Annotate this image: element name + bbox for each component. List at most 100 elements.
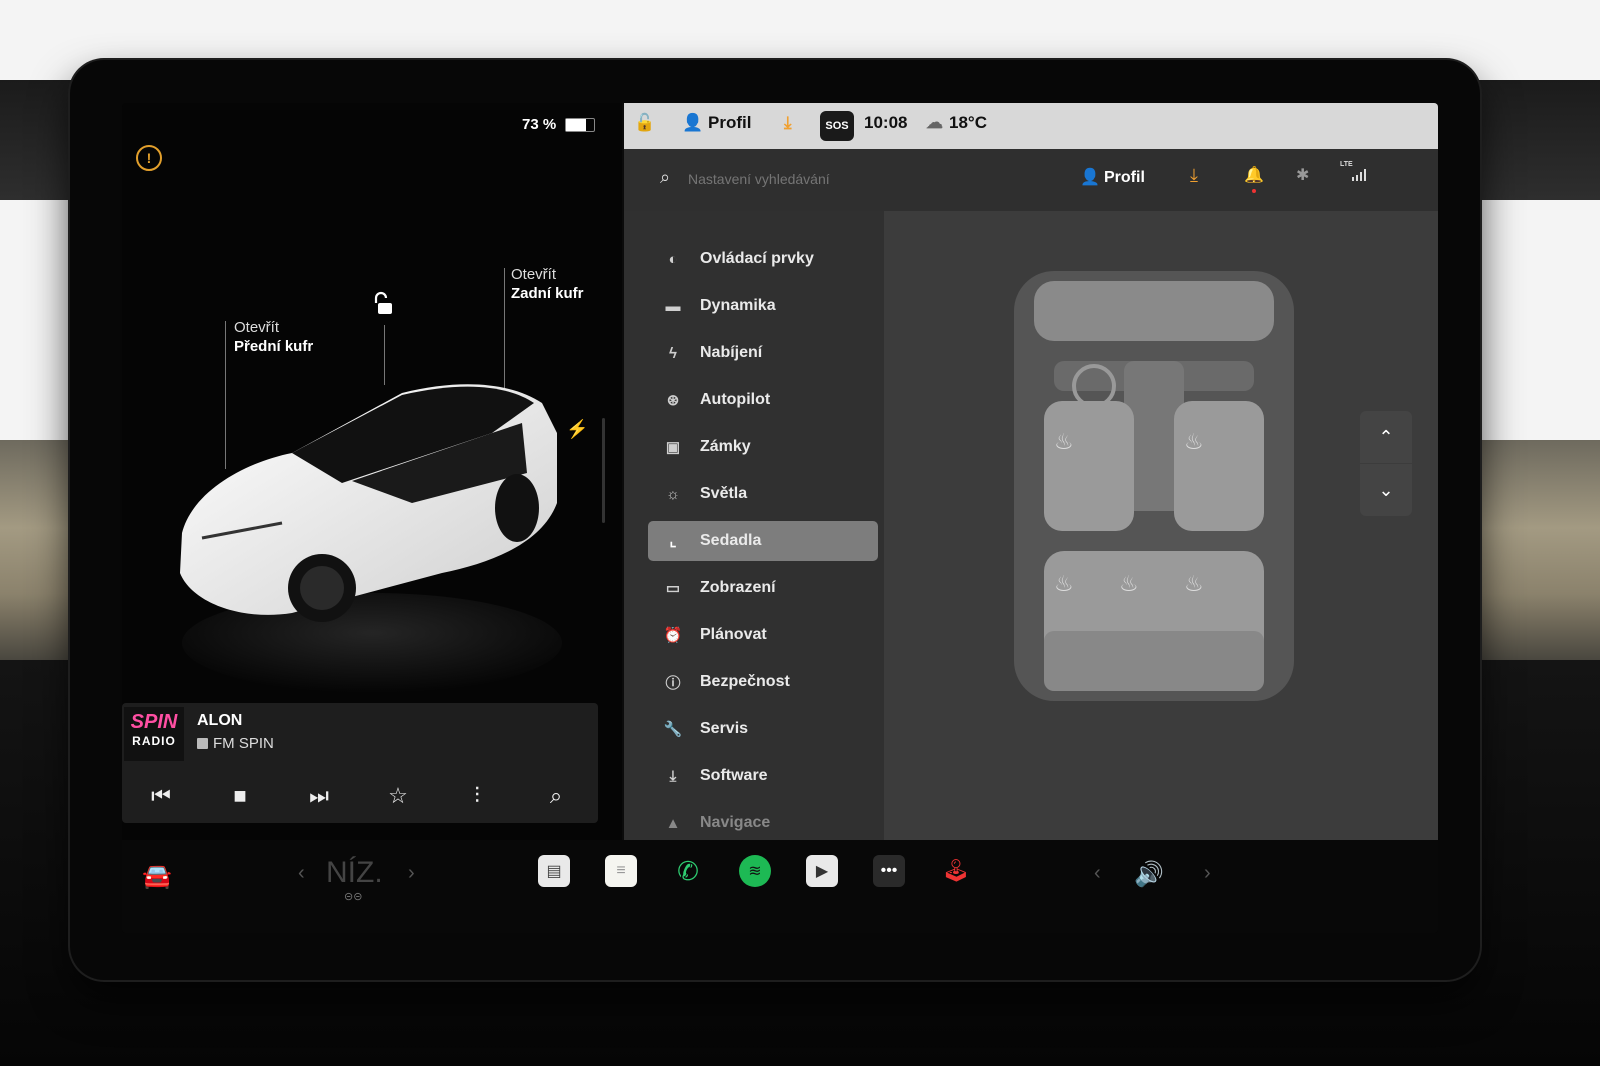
front-trunk-label: Přední kufr: [234, 338, 314, 355]
download-icon[interactable]: ⤓: [784, 113, 792, 133]
profile-icon: 👤: [1080, 169, 1100, 186]
download-icon: ⤓: [669, 767, 677, 785]
climate-increase-icon[interactable]: ›: [408, 862, 415, 885]
display-icon: ▭: [665, 580, 681, 597]
menu-item-dynamika[interactable]: ▬ Dynamika: [648, 286, 878, 326]
menu-item-bezpecnost[interactable]: ⓘ Bezpečnost: [648, 662, 878, 702]
lte-label: LTE: [1340, 161, 1353, 168]
alarm-icon: ⏰: [663, 627, 683, 644]
menu-item-svetla[interactable]: ☼ Světla: [648, 474, 878, 514]
menu-item-sedadla[interactable]: ⌞ Sedadla: [648, 521, 878, 561]
battery-percent: 73 %: [522, 116, 557, 133]
steering-wheel-icon: ⊛: [666, 392, 680, 409]
menu-item-servis[interactable]: 🔧 Servis: [648, 709, 878, 749]
signal-icon: [1352, 169, 1366, 181]
volume-increase-icon[interactable]: ›: [1204, 862, 1211, 885]
notification-dot: [1252, 189, 1256, 193]
search-profile[interactable]: Profil: [1104, 169, 1145, 187]
menu-label: Bezpečnost: [700, 673, 790, 690]
climate-level[interactable]: NÍZ.: [326, 856, 383, 890]
equalizer-icon[interactable]: ⫶: [462, 783, 492, 809]
notification-bell-icon[interactable]: 🔔: [1244, 165, 1264, 185]
scroll-down-button[interactable]: ⌄: [1360, 464, 1412, 516]
navigation-icon: ▲: [665, 814, 681, 832]
lock-status-icon[interactable]: 🔓: [634, 113, 655, 133]
rear-trunk-button[interactable]: Otevřít Zadní kufr: [511, 265, 584, 303]
menu-label: Ovládací prvky: [700, 250, 814, 267]
cloud-icon: ☁: [926, 113, 943, 132]
menu-item-nabijeni[interactable]: ϟ Nabíjení: [648, 333, 878, 373]
settings-panel: 🔓 👤 Profil ⤓ SOS 10:08 ☁ 18°C ⌕ 👤 Profil…: [624, 103, 1438, 840]
calendar-app-icon[interactable]: ▤: [538, 855, 570, 887]
search-icon: ⌕: [660, 167, 671, 187]
previous-track-icon[interactable]: ⏮: [146, 783, 176, 809]
station-logo-line1: SPIN: [130, 711, 178, 733]
sos-button[interactable]: SOS: [820, 111, 854, 141]
toybox-app-icon[interactable]: 🕹: [940, 855, 972, 887]
seat-heater-rear-left-button[interactable]: ♨: [1054, 571, 1074, 597]
volume-icon[interactable]: 🔊: [1134, 860, 1164, 889]
seat-heater-rear-right-button[interactable]: ♨: [1184, 571, 1204, 597]
favorite-star-icon[interactable]: ☆: [383, 783, 413, 809]
rear-trunk-action: Otevřít: [511, 266, 557, 283]
menu-item-zamky[interactable]: ▣ Zámky: [648, 427, 878, 467]
menu-item-planovat[interactable]: ⏰ Plánovat: [648, 615, 878, 655]
scroll-up-button[interactable]: ⌃: [1360, 411, 1412, 463]
menu-item-ovladaci-prvky[interactable]: ◐ Ovládací prvky: [648, 239, 878, 279]
track-title: ALON: [197, 712, 243, 729]
touchscreen: ! 73 % Otevřít Přední kufr Otevřít Zadní…: [122, 103, 1438, 933]
search-input[interactable]: [686, 165, 990, 193]
volume-decrease-icon[interactable]: ‹: [1094, 862, 1101, 885]
front-trunk-button[interactable]: Otevřít Přední kufr: [234, 318, 313, 356]
menu-label: Servis: [700, 720, 749, 737]
rear-trunk-line: [504, 268, 505, 388]
toggle-icon: ◐: [668, 250, 678, 268]
temperature: 18°C: [949, 113, 987, 132]
rear-trunk-label: Zadní kufr: [511, 285, 584, 302]
scroll-indicator: [602, 418, 605, 523]
menu-label: Plánovat: [700, 626, 767, 643]
menu-item-navigace[interactable]: ▲ Navigace: [648, 803, 878, 843]
phone-app-icon[interactable]: ✆: [672, 855, 704, 887]
info-icon: ⓘ: [665, 674, 681, 692]
more-apps-icon[interactable]: •••: [873, 855, 905, 887]
car-panel: ! 73 % Otevřít Přední kufr Otevřít Zadní…: [122, 103, 622, 840]
unlock-icon[interactable]: [372, 291, 392, 314]
bluetooth-icon[interactable]: ✱: [1296, 165, 1309, 185]
stop-icon[interactable]: ■: [225, 783, 255, 809]
search-row: ⌕ 👤 Profil ⤓ 🔔 ✱ LTE: [624, 149, 1438, 212]
download-icon[interactable]: ⤓: [1190, 165, 1198, 186]
car-model-image: [180, 384, 562, 693]
menu-label: Světla: [700, 485, 748, 502]
bolt-icon: ϟ: [669, 344, 677, 362]
menu-label: Zámky: [700, 438, 751, 455]
seat-icon: ⌞: [669, 533, 677, 550]
menu-label: Autopilot: [700, 391, 771, 408]
status-profile[interactable]: Profil: [708, 113, 751, 133]
radio-icon: [197, 738, 208, 749]
menu-label: Nabíjení: [700, 344, 763, 361]
climate-decrease-icon[interactable]: ‹: [298, 862, 305, 885]
tire-pressure-warning-icon[interactable]: !: [136, 145, 162, 171]
seat-heater-small-icon: ⊝⊝: [344, 891, 363, 903]
menu-item-zobrazeni[interactable]: ▭ Zobrazení: [648, 568, 878, 608]
menu-item-software[interactable]: ⤓ Software: [648, 756, 878, 796]
theater-app-icon[interactable]: ▶: [806, 855, 838, 887]
seat-heater-passenger-button[interactable]: ♨: [1184, 429, 1204, 455]
notes-app-icon[interactable]: ≡: [605, 855, 637, 887]
menu-label: Software: [700, 767, 768, 784]
seat-heater-driver-button[interactable]: ♨: [1054, 429, 1074, 455]
car-interior-topview: [1014, 271, 1294, 701]
station-name: FM SPIN: [213, 735, 274, 752]
car-icon[interactable]: 🚘: [142, 862, 172, 891]
menu-label: Dynamika: [700, 297, 776, 314]
media-search-icon[interactable]: ⌕: [541, 783, 571, 809]
menu-item-autopilot[interactable]: ⊛ Autopilot: [648, 380, 878, 420]
wrench-icon: 🔧: [663, 721, 683, 738]
menu-label: Navigace: [700, 814, 771, 831]
next-track-icon[interactable]: ⏭: [304, 783, 334, 809]
seat-heater-rear-center-button[interactable]: ♨: [1119, 571, 1139, 597]
spotify-app-icon[interactable]: ≋: [739, 855, 771, 887]
seat-heating-panel: ♨ ♨ ♨ ♨ ♨ ⌃ ⌄: [884, 211, 1438, 840]
media-player: SPIN RADIO ALON FM SPIN ⏮ ■ ⏭ ☆ ⫶ ⌕: [122, 703, 598, 823]
